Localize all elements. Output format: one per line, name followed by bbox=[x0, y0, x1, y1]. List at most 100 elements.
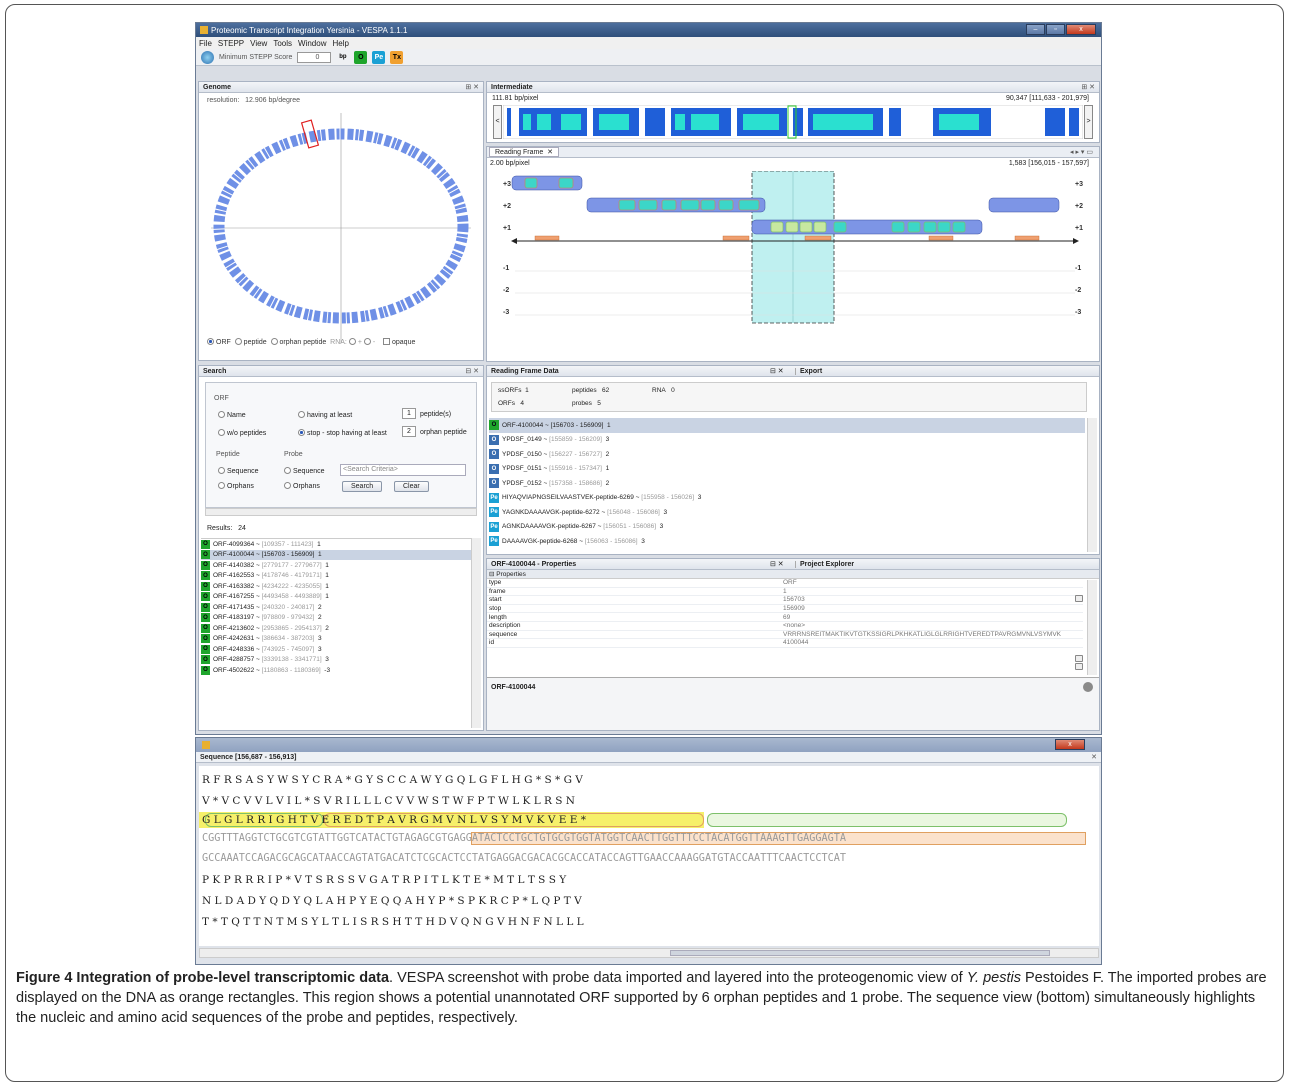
reading-frame-tab[interactable]: Reading Frame ✕ bbox=[489, 147, 560, 157]
property-row[interactable]: length 69 bbox=[487, 613, 1083, 622]
property-row[interactable]: start 156703 bbox=[487, 596, 1083, 605]
search-button[interactable]: Search bbox=[342, 481, 383, 492]
menu-file[interactable]: File bbox=[199, 39, 212, 48]
rf-item-row[interactable]: Pe AGNKDAAAAVGK-peptide-6267 ~ [156051 - … bbox=[489, 520, 1085, 535]
min-score-input[interactable]: 0 bbox=[297, 51, 332, 63]
scroll-left-button[interactable]: < bbox=[493, 105, 502, 139]
transcript-toggle-icon[interactable]: Tx bbox=[390, 50, 404, 64]
properties-section[interactable]: ⊟ Properties bbox=[487, 570, 1099, 579]
property-row[interactable]: type ORF bbox=[487, 579, 1083, 588]
rf-item-row[interactable]: O YPDSF_0151 ~ [155916 - 157347] 1 bbox=[489, 462, 1085, 477]
rf-item-row[interactable]: Pe HIYAQVIAPNGSEILVAASTVEK-peptide-6269 ~… bbox=[489, 491, 1085, 506]
orf-icon: O bbox=[489, 434, 499, 445]
results-scrollbar[interactable] bbox=[471, 538, 481, 728]
rna-minus-radio[interactable] bbox=[363, 338, 371, 345]
project-explorer-tab[interactable]: Project Explorer bbox=[795, 560, 854, 568]
sequence-panel-close-icon[interactable]: ✕ bbox=[1091, 753, 1097, 761]
peptide-orphans-radio[interactable] bbox=[218, 482, 225, 489]
result-row[interactable]: O ORF-4163382 ~ [4234222 - 4235055] 1 bbox=[201, 581, 471, 592]
close-button[interactable]: x bbox=[1066, 24, 1096, 35]
panel-controls-icon[interactable]: ⊟ ✕ bbox=[770, 560, 784, 568]
minimize-button[interactable]: – bbox=[1026, 24, 1045, 35]
rf-item-row[interactable]: O YPDSF_0149 ~ [155859 - 156209] 3 bbox=[489, 433, 1085, 448]
name-radio[interactable] bbox=[218, 411, 225, 418]
rf-item-row[interactable]: Pe YAGNKDAAAAVGK-peptide-6272 ~ [156048 -… bbox=[489, 505, 1085, 520]
stop-count-input[interactable]: 2 bbox=[402, 426, 416, 437]
search-criteria-input[interactable]: <Search Criteria> bbox=[340, 464, 466, 476]
property-row[interactable]: stop 156909 bbox=[487, 605, 1083, 614]
having-radio[interactable] bbox=[298, 411, 305, 418]
peptide-radio[interactable] bbox=[234, 338, 242, 345]
frame-label: +3 bbox=[503, 181, 511, 188]
result-row[interactable]: O ORF-4162553 ~ [4178746 - 4179171] 1 bbox=[201, 571, 471, 582]
title-bar: Proteomic Transcript Integration Yersini… bbox=[196, 23, 1101, 37]
opaque-label: opaque bbox=[392, 339, 416, 346]
result-row[interactable]: O ORF-4171435 ~ [240320 - 240817] 2 bbox=[201, 602, 471, 613]
menu-window[interactable]: Window bbox=[298, 39, 326, 48]
tab-nav-icon[interactable]: ◂ ▸ ▾ ▭ bbox=[1070, 148, 1093, 156]
rf-items-scrollbar[interactable] bbox=[1087, 418, 1097, 552]
export-tab[interactable]: Export bbox=[795, 367, 822, 375]
clear-button[interactable]: Clear bbox=[394, 481, 429, 492]
menu-stepp[interactable]: STEPP bbox=[218, 39, 244, 48]
opaque-checkbox[interactable] bbox=[383, 338, 390, 345]
frame-edit-button[interactable] bbox=[1075, 595, 1083, 602]
result-row[interactable]: O ORF-4140382 ~ [2779177 - 2779677] 1 bbox=[201, 560, 471, 571]
rf-item-row[interactable]: O ORF-4100044 ~ [156703 - 156909] 1 bbox=[489, 418, 1085, 433]
stop-radio[interactable] bbox=[298, 429, 305, 436]
result-row[interactable]: O ORF-4502622 ~ [1180863 - 1180369] -3 bbox=[201, 665, 471, 676]
panel-controls-icon[interactable]: ⊟ ✕ bbox=[465, 367, 479, 375]
result-row[interactable]: O ORF-4288757 ~ [3339138 - 3341771] 3 bbox=[201, 655, 471, 666]
search-hscrollbar[interactable] bbox=[205, 508, 477, 516]
rf-item-row[interactable]: O YPDSF_0150 ~ [156227 - 156727] 2 bbox=[489, 447, 1085, 462]
orphan-peptide-radio[interactable] bbox=[270, 338, 278, 345]
result-row[interactable]: O ORF-4183197 ~ [978809 - 979432] 2 bbox=[201, 613, 471, 624]
result-row[interactable]: O ORF-4248336 ~ [743925 - 745097] 3 bbox=[201, 644, 471, 655]
property-row[interactable]: frame 1 bbox=[487, 588, 1083, 597]
scrollbar-thumb[interactable] bbox=[670, 950, 1050, 956]
property-row[interactable]: id 4100044 bbox=[487, 639, 1083, 648]
rf-item-name: YPDSF_0151 bbox=[502, 465, 542, 473]
result-row[interactable]: O ORF-4213602 ~ [2953865 - 2954137] 2 bbox=[201, 623, 471, 634]
orf-toggle-icon[interactable]: O bbox=[354, 50, 368, 64]
result-row[interactable]: O ORF-4167255 ~ [4493458 - 4493889] 1 bbox=[201, 592, 471, 603]
maximize-button[interactable]: ▫ bbox=[1046, 24, 1065, 35]
intermediate-track[interactable] bbox=[503, 105, 1083, 139]
sequence-view[interactable]: R F R S A S Y W S Y C R A * G Y S C C A … bbox=[199, 766, 1099, 946]
peptide-sequence-radio[interactable] bbox=[218, 467, 225, 474]
result-count: 3 bbox=[325, 656, 329, 664]
result-range: [386634 - 387203] bbox=[261, 635, 315, 643]
properties-scrollbar[interactable] bbox=[1087, 580, 1097, 675]
genome-circle[interactable] bbox=[199, 108, 483, 348]
menu-help[interactable]: Help bbox=[332, 39, 348, 48]
reading-frame-panel: Reading Frame ✕ ◂ ▸ ▾ ▭ 2.00 bp/pixel 1,… bbox=[486, 146, 1100, 362]
wo-peptides-radio[interactable] bbox=[218, 429, 225, 436]
rf-item-row[interactable]: Pe DAAAAVGK-peptide-6268 ~ [156063 - 1560… bbox=[489, 534, 1085, 549]
menu-tools[interactable]: Tools bbox=[273, 39, 292, 48]
rna-plus-radio[interactable] bbox=[348, 338, 356, 345]
sequence-close-button[interactable]: x bbox=[1055, 739, 1085, 750]
property-row[interactable]: sequence VRRRNSREITMAKTIKVTGTKSSIGRLPKHKA… bbox=[487, 631, 1083, 640]
result-row[interactable]: O ORF-4100044 ~ [156703 - 156909] 1 bbox=[201, 549, 471, 560]
panel-controls-icon[interactable]: ⊞ ✕ bbox=[1081, 83, 1095, 91]
result-row[interactable]: O ORF-4242631 ~ [386634 - 387203] 3 bbox=[201, 634, 471, 645]
description-edit-button[interactable] bbox=[1075, 655, 1083, 662]
having-count-input[interactable]: 1 bbox=[402, 408, 416, 419]
panel-controls-icon[interactable]: ⊞ ✕ bbox=[465, 83, 479, 91]
reading-frame-track[interactable]: +3 +3 +2 +2 +1 +1 -1 -1 -2 -2 -3 -3 bbox=[487, 171, 1100, 361]
bp-icon[interactable]: bp bbox=[336, 51, 349, 64]
result-row[interactable]: O ORF-4099364 ~ [109357 - 111423] 1 bbox=[201, 539, 471, 550]
probe-sequence-radio[interactable] bbox=[284, 467, 291, 474]
probe-orphans-radio[interactable] bbox=[284, 482, 291, 489]
scroll-right-button[interactable]: > bbox=[1084, 105, 1093, 139]
menu-view[interactable]: View bbox=[250, 39, 267, 48]
rf-item-row[interactable]: O YPDSF_0152 ~ [157358 - 158686] 2 bbox=[489, 476, 1085, 491]
sequence-hscrollbar[interactable] bbox=[199, 948, 1099, 958]
sequence-edit-button[interactable] bbox=[1075, 663, 1083, 670]
panel-controls-icon[interactable]: ⊟ ✕ bbox=[770, 367, 784, 375]
peptide-toggle-icon[interactable]: Pe bbox=[372, 50, 386, 64]
orf-radio[interactable] bbox=[207, 338, 214, 345]
frame-label: -1 bbox=[503, 265, 509, 272]
property-row[interactable]: description <none> bbox=[487, 622, 1083, 631]
stepp-icon[interactable] bbox=[201, 50, 214, 64]
